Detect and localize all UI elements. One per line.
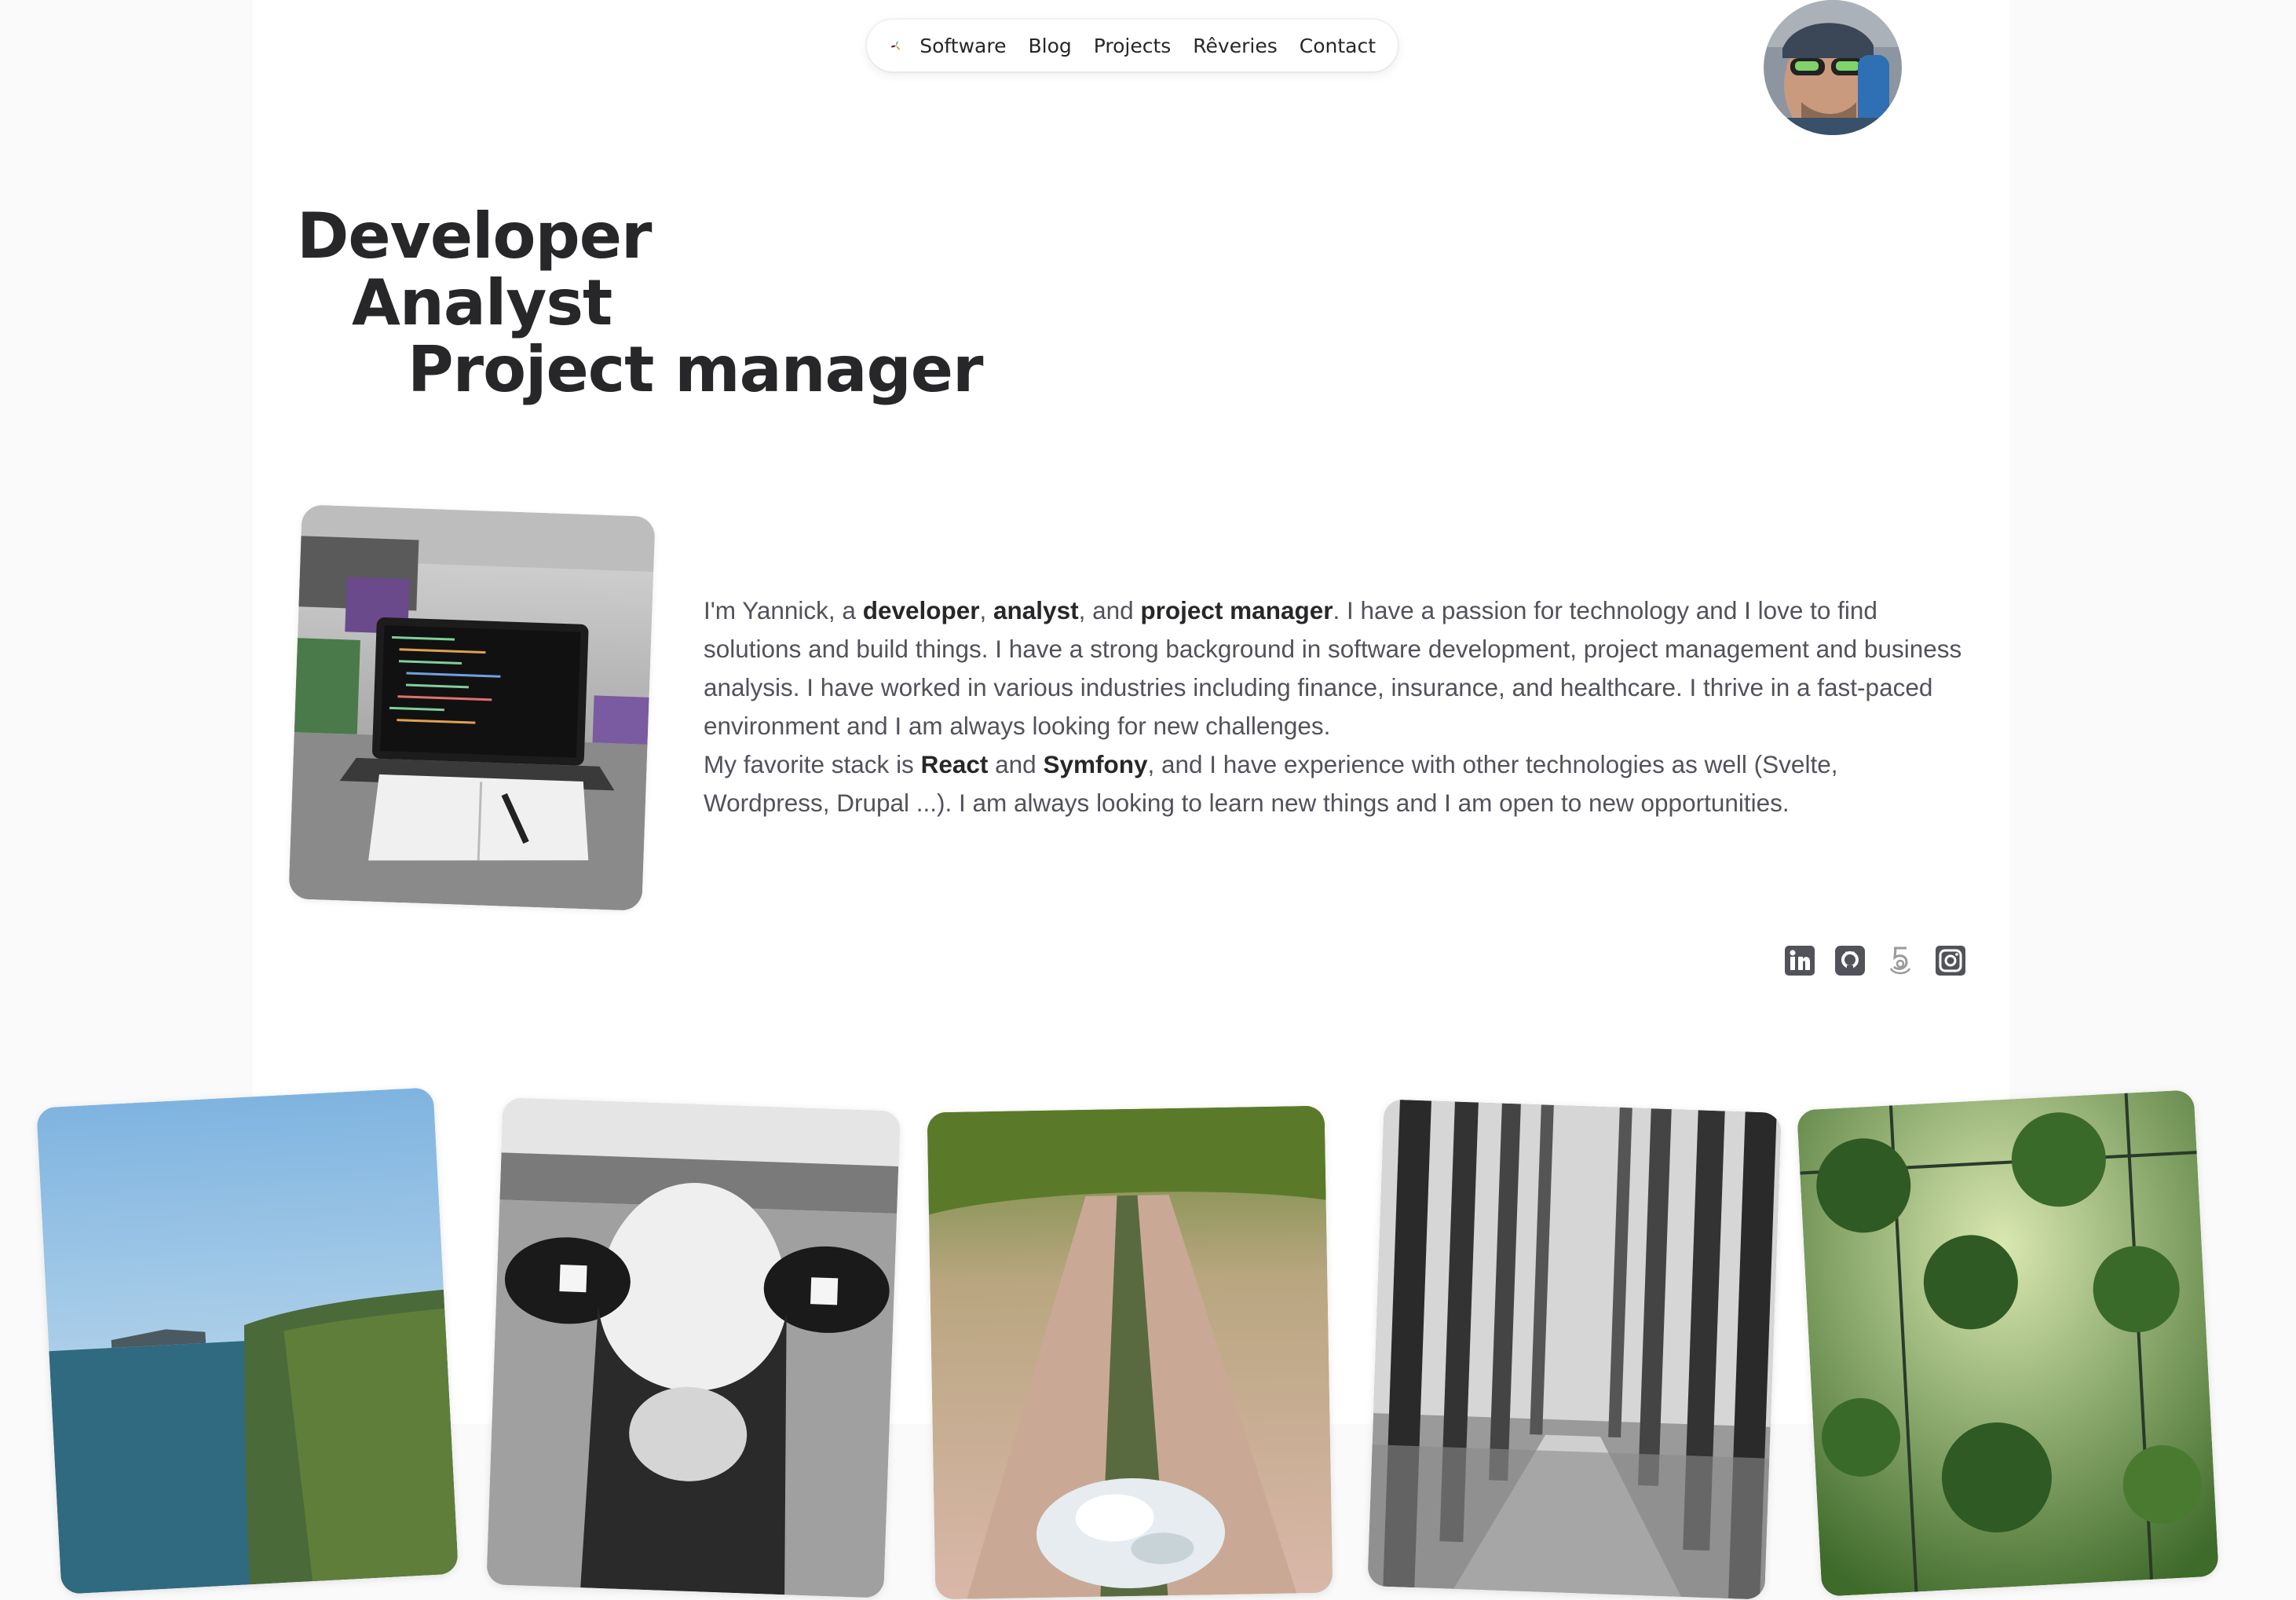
linkedin-icon[interactable] bbox=[1784, 945, 1815, 976]
bio-text-span: I'm Yannick, a bbox=[704, 596, 863, 624]
headline-line-developer: Developer bbox=[297, 200, 652, 273]
about-paragraph-2: My favorite stack is React and Symfony, … bbox=[704, 745, 1968, 822]
hero-headline: Developer Analyst Project manager bbox=[297, 203, 983, 403]
bio-bold-symfony: Symfony bbox=[1043, 750, 1148, 778]
bio-bold-analyst: analyst bbox=[993, 596, 1079, 624]
headline-line-analyst: Analyst bbox=[352, 266, 612, 339]
bio-text-span: , bbox=[979, 596, 994, 624]
profile-avatar-photo bbox=[1764, 0, 1902, 135]
github-icon[interactable] bbox=[1834, 945, 1866, 976]
nav-item-projects[interactable]: Projects bbox=[1094, 35, 1172, 57]
social-links bbox=[1784, 945, 1966, 976]
bio-bold-developer: developer bbox=[862, 596, 980, 624]
instagram-icon[interactable] bbox=[1935, 945, 1966, 976]
nav-item-software[interactable]: Software bbox=[919, 35, 1006, 57]
about-paragraph-1: I'm Yannick, a developer, analyst, and p… bbox=[704, 591, 1968, 745]
bio-text-span: My favorite stack is bbox=[704, 750, 921, 778]
laptop-desk-photo bbox=[288, 504, 656, 911]
hanging-plants-greenhouse-photo[interactable] bbox=[1797, 1089, 2219, 1597]
500px-icon[interactable] bbox=[1885, 945, 1916, 976]
headline-line-project-manager: Project manager bbox=[408, 333, 983, 406]
tri-petal-logo-icon[interactable] bbox=[890, 24, 901, 67]
ice-on-path-photo[interactable] bbox=[927, 1105, 1333, 1600]
coastal-cliffs-photo[interactable] bbox=[36, 1087, 459, 1595]
top-navigation: Software Blog Projects Rêveries Contact bbox=[867, 20, 1398, 71]
bio-bold-react: React bbox=[920, 750, 989, 778]
nav-item-blog[interactable]: Blog bbox=[1028, 35, 1071, 57]
cow-bw-photo[interactable] bbox=[486, 1097, 901, 1598]
avatar[interactable] bbox=[1764, 0, 1902, 135]
bio-text-span: and bbox=[988, 750, 1044, 778]
nav-item-reveries[interactable]: Rêveries bbox=[1193, 35, 1277, 57]
bio-text-span: , and bbox=[1078, 596, 1141, 624]
about-text: I'm Yannick, a developer, analyst, and p… bbox=[704, 591, 1968, 822]
nav-item-contact[interactable]: Contact bbox=[1300, 35, 1376, 57]
forest-path-bw-photo[interactable] bbox=[1367, 1099, 1782, 1600]
bio-bold-project-manager: project manager bbox=[1140, 596, 1333, 624]
